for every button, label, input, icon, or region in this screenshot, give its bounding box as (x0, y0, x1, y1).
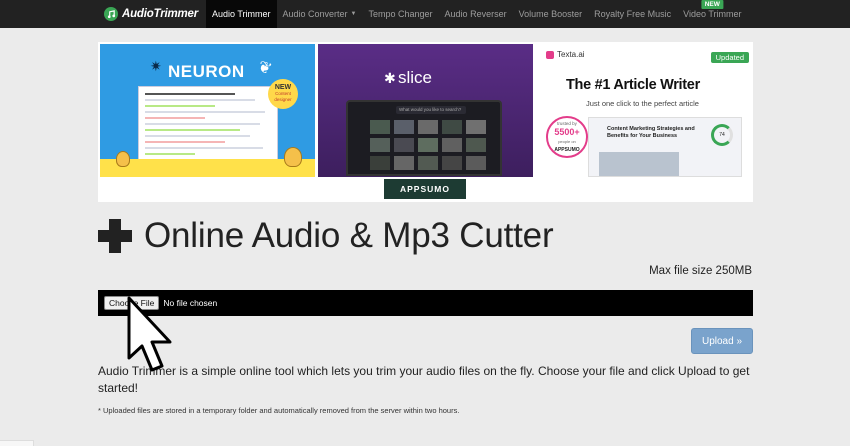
thumbnail (370, 156, 390, 170)
texta-logo-icon (546, 50, 554, 59)
appsumo-button[interactable]: APPSUMO (384, 179, 466, 199)
nav-label: Audio Reverser (444, 9, 507, 19)
nav-label: Audio Trimmer (211, 9, 271, 19)
ad-laptop-preview: What would you like to search? (346, 100, 502, 176)
new-badge: NEW (701, 0, 723, 9)
mascot-icon (284, 147, 302, 167)
ad-texta-panel: Content Marketing Strategies and Benefit… (588, 117, 742, 177)
sparkle-icon: ✷ (150, 58, 162, 74)
thumbnail (370, 138, 390, 152)
top-navbar: AudioTrimmer Audio Trimmer Audio Convert… (0, 0, 850, 28)
nav-label: Volume Booster (518, 9, 583, 19)
upload-button[interactable]: Upload » (691, 328, 753, 354)
audio-logo-icon (104, 7, 118, 21)
max-file-size-label: Max file size 250MB (649, 265, 752, 277)
brand-link[interactable]: AudioTrimmer (0, 0, 206, 28)
ad-texta-headline: The #1 Article Writer (566, 77, 700, 93)
thumbnail (394, 138, 414, 152)
ad-footer-strip (100, 159, 315, 177)
ad-document-preview (138, 86, 278, 166)
page-header: Online Audio & Mp3 Cutter (98, 216, 554, 256)
file-input[interactable]: Choose File No file chosen (98, 290, 753, 316)
badge-count: 5500+ (554, 127, 580, 137)
thumbnail (418, 120, 438, 134)
nav-label: Tempo Changer (368, 9, 433, 19)
score-gauge: 74 (711, 124, 733, 146)
ad-card-neuron[interactable]: ✷ NEURON ❦ NEW Content designer (100, 44, 315, 177)
mouse-cursor-icon (127, 296, 172, 372)
texta-logo-text: Texta.ai (557, 50, 585, 59)
nav-item-audio-trimmer[interactable]: Audio Trimmer (205, 0, 277, 28)
thumbnail (394, 120, 414, 134)
ad-texta-logo: Texta.ai (546, 50, 585, 59)
thumbnail (442, 120, 462, 134)
ad-card-slice[interactable]: ✱ slice What would you like to search? (318, 44, 533, 177)
panel-image (599, 152, 679, 176)
ad-texta-subtitle: Just one click to the perfect article (586, 99, 699, 108)
nav-label: Royalty Free Music (594, 9, 672, 19)
plus-icon (98, 219, 132, 253)
nav-label: Audio Converter (282, 9, 348, 19)
nav-item-video-trimmer[interactable]: NEW Video Trimmer (677, 0, 747, 28)
ad-banner[interactable]: ▷ ✕ ✷ NEURON ❦ NEW Content designer (98, 42, 753, 202)
thumbnail (418, 156, 438, 170)
badge-brand: APPSUMO (554, 147, 580, 153)
bottom-tab (0, 440, 34, 446)
feather-icon: ❦ (255, 58, 274, 79)
thumbnail (466, 138, 486, 152)
nav-item-audio-converter[interactable]: Audio Converter ▼ (277, 0, 363, 28)
nav-item-tempo-changer[interactable]: Tempo Changer (363, 0, 439, 28)
thumbnail (466, 156, 486, 170)
page-title: Online Audio & Mp3 Cutter (144, 216, 554, 255)
ad-card-texta[interactable]: Texta.ai Updated The #1 Article Writer J… (536, 44, 751, 177)
nav-label: Video Trimmer (683, 9, 742, 19)
storage-note: * Uploaded files are stored in a tempora… (98, 406, 460, 415)
nav-item-royalty-free-music[interactable]: Royalty Free Music (588, 0, 677, 28)
description-text: Audio Trimmer is a simple online tool wh… (98, 364, 750, 395)
thumbnail (442, 138, 462, 152)
mascot-icon (116, 151, 130, 167)
thumbnail (394, 156, 414, 170)
ad-slice-title: slice (398, 68, 433, 87)
brand-name: AudioTrimmer (122, 8, 198, 20)
ad-new-badge: NEW Content designer (268, 79, 298, 109)
slice-search-box: What would you like to search? (396, 106, 466, 114)
ad-updated-badge: Updated (710, 52, 749, 63)
thumbnail (370, 120, 390, 134)
badge-sub-text: Content designer (274, 91, 292, 102)
nav-item-volume-booster[interactable]: Volume Booster (513, 0, 589, 28)
thumbnail (442, 156, 462, 170)
ad-trusted-badge: trusted by 5500+ people on APPSUMO (546, 116, 588, 158)
ad-neuron-title: NEURON (168, 62, 245, 81)
star-icon: ✱ (384, 70, 396, 86)
caret-down-icon: ▼ (350, 11, 357, 17)
thumbnail (466, 120, 486, 134)
panel-text: Content Marketing Strategies and Benefit… (607, 126, 695, 139)
badge-mid: people on (558, 139, 576, 144)
nav-item-audio-reverser[interactable]: Audio Reverser (439, 0, 513, 28)
nav-menu: Audio Trimmer Audio Converter ▼ Tempo Cha… (205, 0, 748, 28)
thumbnail (418, 138, 438, 152)
